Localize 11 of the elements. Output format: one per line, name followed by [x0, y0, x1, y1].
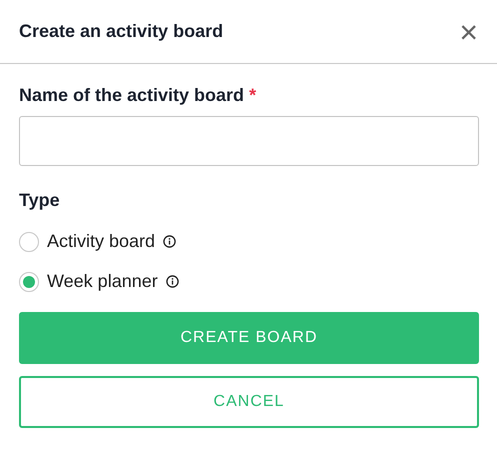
- name-input-field[interactable]: [19, 116, 479, 166]
- field-label: Name of the activity board *: [19, 85, 258, 106]
- close-button[interactable]: ×: [459, 20, 478, 44]
- option-label[interactable]: Week planner: [47, 271, 158, 292]
- option-label[interactable]: Activity board: [47, 231, 156, 252]
- dialog-title: Create an activity board: [19, 21, 224, 42]
- radio-button[interactable]: [19, 272, 39, 292]
- section-label: Type: [19, 190, 61, 211]
- info-icon[interactable]: [163, 235, 176, 248]
- radio-button[interactable]: [19, 232, 39, 252]
- info-icon[interactable]: [166, 275, 179, 288]
